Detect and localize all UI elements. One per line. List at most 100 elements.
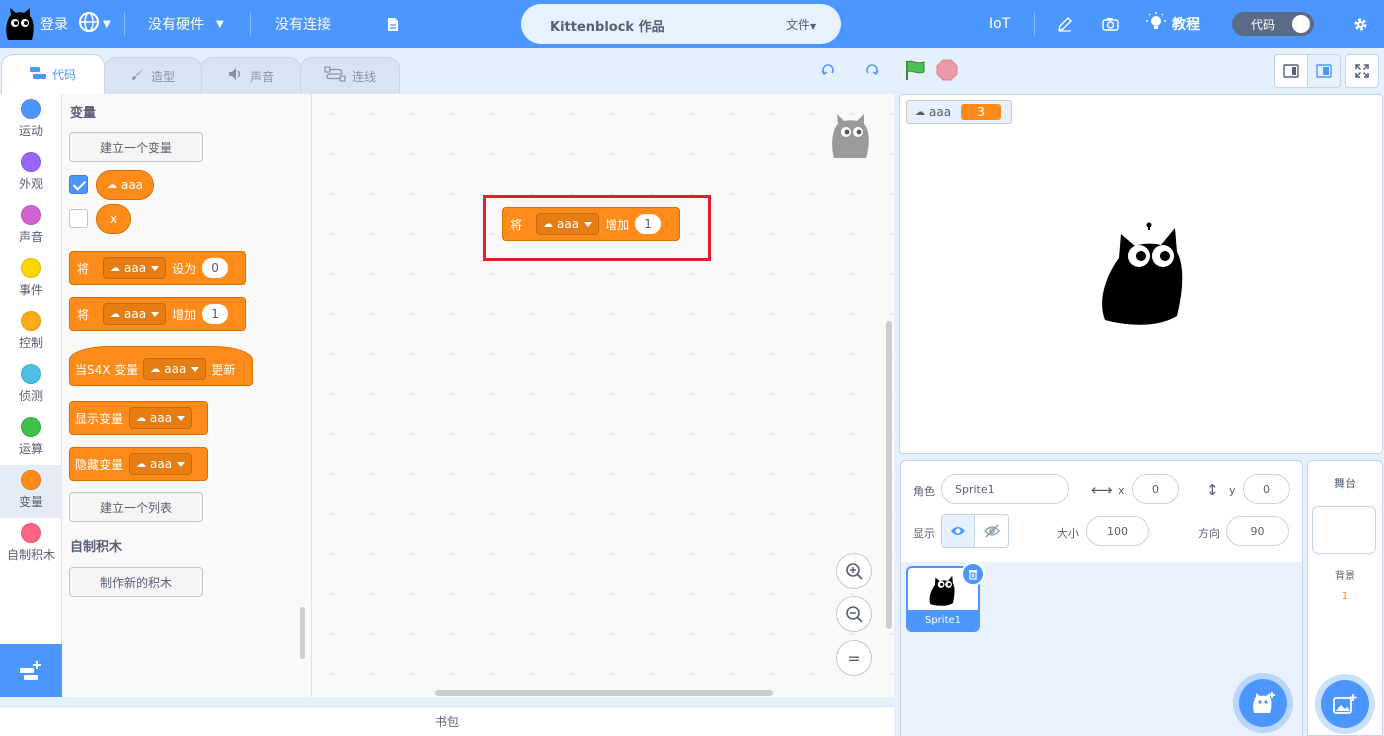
hardware-menu[interactable]: 没有硬件 ▼ (148, 0, 224, 48)
category-operators[interactable]: 运算 (0, 412, 62, 465)
tutorial-label: 教程 (1172, 17, 1200, 33)
variable-dropdown[interactable]: ☁ aaa (129, 453, 193, 475)
zoom-in-button[interactable] (836, 553, 872, 589)
delete-sprite-button[interactable] (961, 562, 985, 586)
add-sprite-button[interactable] (1239, 679, 1287, 727)
dropdown-value: aaa (150, 457, 173, 471)
when-variable-updated-hat-block[interactable]: 当S4X 变量 ☁ aaa 更新 (69, 346, 253, 386)
block-text: 显示变量 (75, 411, 124, 426)
size-input[interactable]: 100 (1086, 516, 1149, 546)
speaker-icon (228, 67, 244, 85)
connection-menu[interactable]: 没有连接 (275, 0, 331, 48)
tab-costumes[interactable]: 造型 (104, 57, 202, 94)
small-stage-button[interactable] (1274, 54, 1308, 88)
category-menu: 运动 外观 声音 事件 控制 侦测 运算 变量 自制积木 (0, 94, 62, 644)
variable-monitor[interactable]: ☁ aaa 3 (906, 100, 1012, 124)
variable-x-checkbox[interactable] (69, 209, 88, 228)
sprite-name-input[interactable]: Sprite1 (941, 474, 1069, 504)
variable-x-reporter[interactable]: x (96, 204, 131, 234)
variable-aaa-reporter[interactable]: ☁ aaa (96, 170, 154, 200)
tab-sounds[interactable]: 声音 (201, 57, 301, 94)
x-position-input[interactable]: 0 (1132, 474, 1179, 504)
zoom-reset-button[interactable]: = (836, 640, 872, 676)
category-control[interactable]: 控制 (0, 306, 62, 359)
wire-icon (324, 66, 346, 86)
category-dot (21, 470, 41, 490)
show-variable-block[interactable]: 显示变量 ☁ aaa (69, 401, 208, 435)
camera-icon[interactable] (1102, 0, 1119, 48)
stage-canvas[interactable]: ☁ aaa 3 (899, 94, 1383, 454)
show-sprite-button[interactable] (942, 515, 976, 547)
horizontal-arrows-icon: ⟷ (1091, 481, 1113, 499)
block-text: 隐藏变量 (75, 457, 124, 472)
category-label: 外观 (18, 177, 43, 191)
category-label: 事件 (18, 283, 43, 297)
iot-menu[interactable]: IoT (989, 0, 1010, 48)
category-my-blocks[interactable]: 自制积木 (0, 518, 62, 571)
category-label: 运算 (18, 442, 43, 456)
green-flag-icon[interactable] (903, 58, 927, 82)
lightbulb-icon (1146, 12, 1166, 36)
backpack-bar[interactable]: 书包 (0, 706, 894, 736)
redo-icon[interactable] (862, 58, 882, 82)
value-input[interactable]: 1 (202, 304, 229, 324)
hide-sprite-button[interactable] (975, 515, 1008, 547)
stop-icon[interactable] (935, 58, 959, 82)
gear-icon[interactable] (1353, 0, 1368, 48)
add-backdrop-button[interactable] (1321, 680, 1369, 728)
set-variable-block[interactable]: 将 ☁ aaa 设为 0 (69, 251, 246, 285)
category-events[interactable]: 事件 (0, 253, 62, 306)
monitor-name: aaa (929, 105, 952, 119)
login-button[interactable]: 登录 (40, 0, 68, 48)
direction-label: 方向 (1198, 527, 1220, 540)
value-input[interactable]: 0 (202, 258, 229, 278)
make-block-button[interactable]: 制作新的积木 (69, 567, 203, 597)
variable-dropdown[interactable]: ☁ aaa (143, 358, 207, 380)
y-position-input[interactable]: 0 (1243, 474, 1290, 504)
pencil-icon[interactable] (1057, 0, 1073, 48)
variable-aaa-checkbox[interactable] (69, 175, 88, 194)
file-menu[interactable]: 文件▼ (786, 16, 816, 33)
tutorial-button[interactable]: 教程 (1146, 0, 1200, 48)
variable-dropdown[interactable]: ☁ aaa (103, 257, 167, 279)
add-sprite-icon (1253, 692, 1275, 713)
make-variable-button[interactable]: 建立一个变量 (69, 132, 203, 162)
caret-down-icon (151, 311, 160, 317)
category-label: 侦测 (18, 389, 43, 403)
variable-dropdown[interactable]: ☁ aaa (129, 407, 193, 429)
workspace-horizontal-scrollbar[interactable] (435, 690, 773, 696)
fullscreen-button[interactable] (1345, 54, 1379, 88)
language-menu[interactable]: ▼ (78, 0, 111, 48)
hide-variable-block[interactable]: 隐藏变量 ☁ aaa (69, 447, 208, 481)
kittenblock-logo[interactable] (4, 0, 36, 48)
category-sound[interactable]: 声音 (0, 200, 62, 253)
workspace-vertical-scrollbar[interactable] (886, 321, 892, 629)
code-mode-toggle[interactable]: 代码 (1232, 12, 1314, 36)
script-workspace[interactable]: 将 ☁ aaa 增加 1 = (312, 94, 894, 697)
direction-input[interactable]: 90 (1226, 516, 1289, 546)
y-label: y (1229, 484, 1236, 497)
zoom-out-button[interactable] (836, 596, 872, 632)
variable-dropdown[interactable]: ☁ aaa (103, 303, 167, 325)
cloud-icon: ☁ (106, 179, 117, 191)
menu-divider (124, 12, 125, 36)
file-icon[interactable] (387, 0, 399, 48)
undo-icon[interactable] (818, 58, 838, 82)
tab-wiring[interactable]: 连线 (300, 57, 400, 94)
palette-scrollbar[interactable] (300, 607, 305, 659)
hardware-label: 没有硬件 (148, 17, 204, 33)
normal-stage-button[interactable] (1307, 54, 1341, 88)
zoom-in-icon (846, 563, 863, 580)
cloud-icon: ☁ (150, 363, 161, 375)
tab-code[interactable]: 代码 (1, 54, 105, 94)
category-motion[interactable]: 运动 (0, 94, 62, 147)
category-sensing[interactable]: 侦测 (0, 359, 62, 412)
make-list-button[interactable]: 建立一个列表 (69, 492, 203, 522)
stage-thumbnail[interactable] (1312, 506, 1376, 554)
category-looks[interactable]: 外观 (0, 147, 62, 200)
category-variables[interactable]: 变量 (0, 465, 62, 518)
change-variable-block[interactable]: 将 ☁ aaa 增加 1 (69, 297, 246, 331)
project-title[interactable]: Kittenblock 作品 (550, 16, 665, 35)
sprite-cat[interactable] (1097, 222, 1187, 326)
add-extension-button[interactable] (0, 644, 62, 697)
